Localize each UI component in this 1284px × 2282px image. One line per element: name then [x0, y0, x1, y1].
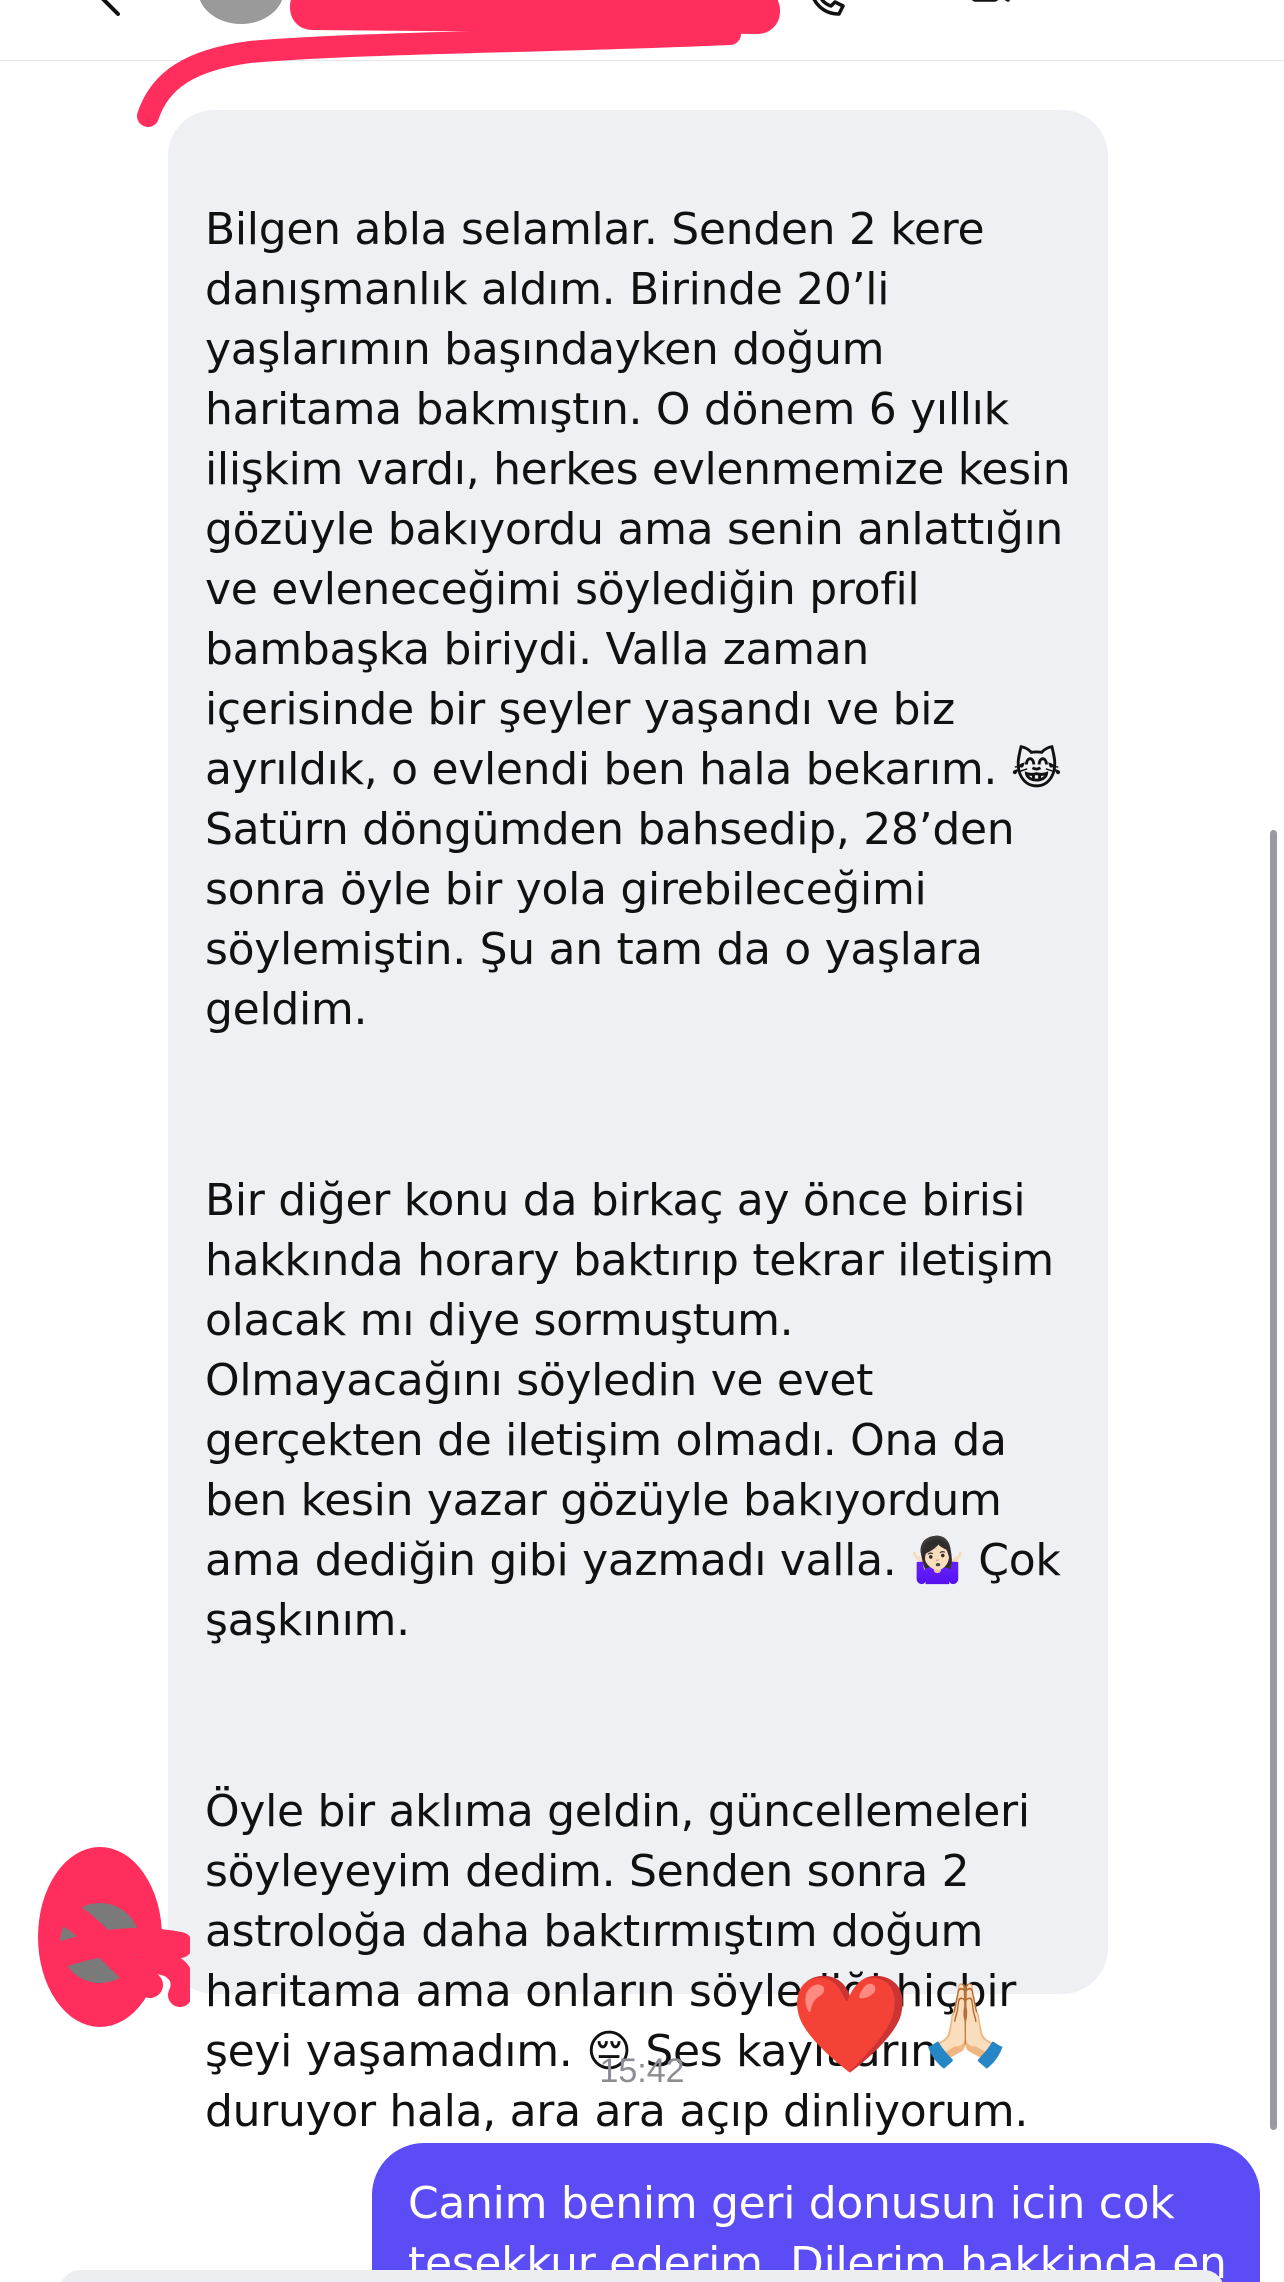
chat-screen: Bilgen abla selamlar. Senden 2 kere danı…: [0, 0, 1284, 2282]
chevron-left-icon[interactable]: [90, 0, 134, 20]
phone-icon[interactable]: [805, 0, 849, 20]
message-timestamp: 15:42: [599, 2052, 685, 2090]
message-paragraph: Bilgen abla selamlar. Senden 2 kere danı…: [205, 204, 1071, 1035]
scrollbar[interactable]: [1270, 830, 1277, 2130]
message-paragraph: Bir diğer konu da birkaç ay önce birisi …: [205, 1175, 1061, 1646]
message-input-bar[interactable]: [60, 2270, 1224, 2282]
sender-avatar[interactable]: [30, 1845, 190, 2030]
video-icon[interactable]: [968, 0, 1012, 20]
sent-message-text: Canim benim geri donusun icin cok tesekk…: [408, 2178, 1227, 2282]
received-message-text: Bilgen abla selamlar. Senden 2 kere danı…: [205, 140, 1085, 2202]
flag-icon[interactable]: [1150, 0, 1194, 20]
